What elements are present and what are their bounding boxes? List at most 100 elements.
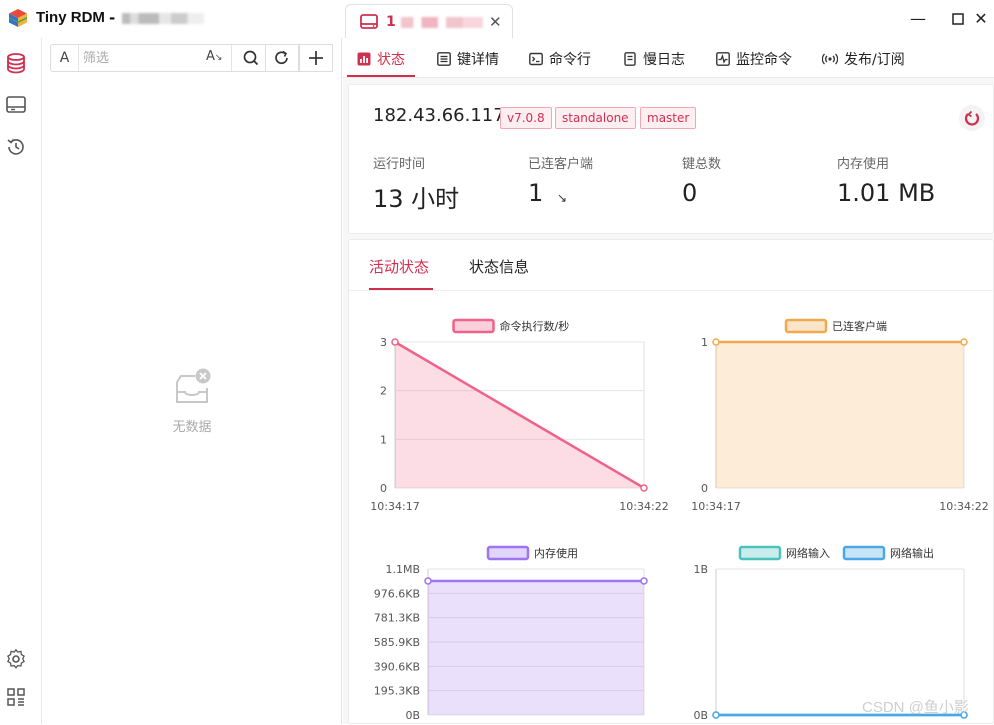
legend-swatch	[842, 545, 886, 561]
clients-label: 已连客户端	[528, 157, 594, 172]
match-case-label: A	[206, 49, 215, 64]
refresh-icon	[964, 110, 980, 126]
y-tick-label: 1	[701, 336, 708, 349]
filter-search-button[interactable]	[231, 45, 269, 71]
empty-inbox-icon	[176, 368, 211, 403]
y-tick-label: 781.3KB	[374, 612, 420, 625]
y-tick-label: 0	[380, 482, 387, 495]
y-tick-label: 2	[380, 385, 387, 398]
server-host: 182.43.66.117	[373, 105, 505, 126]
match-case-icon[interactable]: A↘	[206, 49, 222, 64]
filter-box: A A↘	[50, 44, 270, 72]
subtab-cli[interactable]: 命令行	[529, 49, 591, 77]
memory-value: 1.01 MB	[837, 179, 936, 207]
subtab-slow-log[interactable]: 慢日志	[623, 49, 685, 77]
empty-text: 无数据	[172, 420, 212, 435]
tab-connection[interactable]: 1 ✕	[345, 4, 513, 40]
legend-label: 网络输入	[786, 546, 830, 560]
legend-swatch	[738, 545, 782, 561]
y-tick-label: 1B	[693, 563, 708, 576]
minimize-icon[interactable]: —	[906, 8, 930, 30]
x-tick-label: 10:34:17	[370, 500, 419, 513]
filter-type-button[interactable]: A	[51, 45, 79, 71]
subtab-label: 发布/订阅	[844, 52, 905, 68]
version-badge: v7.0.8	[500, 107, 552, 129]
subtab-monitor[interactable]: 监控命令	[716, 49, 792, 77]
clients-trend-icon: ↘	[557, 191, 568, 205]
clients-value: 1	[528, 179, 544, 207]
tab-label: 1	[386, 14, 396, 30]
subtab-label: 命令行	[549, 52, 591, 68]
refresh-button[interactable]	[265, 44, 299, 72]
data-point	[712, 711, 720, 719]
status-icon	[357, 52, 371, 66]
apps-icon[interactable]	[5, 686, 27, 708]
add-key-button[interactable]	[299, 44, 333, 72]
chart-0: 0 1 2 3 10:34:17 10:34:22 命令执行数/秒	[370, 318, 669, 513]
maximize-icon[interactable]	[946, 8, 970, 30]
slow-log-icon	[624, 52, 636, 66]
legend-label: 网络输出	[890, 546, 934, 560]
monitor-icon	[716, 52, 730, 66]
role-badge: master	[640, 107, 697, 129]
memory-label: 内存使用	[837, 157, 890, 172]
close-window-icon[interactable]: ✕	[969, 8, 993, 30]
data-point	[391, 338, 399, 346]
subtab-status[interactable]: 状态	[357, 49, 405, 77]
broadcast-icon	[822, 53, 838, 65]
key-detail-icon	[437, 52, 451, 66]
refresh-status-button[interactable]	[959, 105, 985, 131]
y-tick-label: 390.6KB	[374, 660, 420, 673]
y-tick-label: 0	[701, 482, 708, 495]
server-info-card: 182.43.66.117 v7.0.8 standalone master 运…	[348, 84, 994, 234]
subtab-bar: 状态 键详情 命令行 慢日志 监控命令 发布/订阅	[343, 38, 994, 78]
server-icon	[360, 14, 378, 29]
y-tick-label: 1	[380, 433, 387, 446]
y-tick-label: 0B	[693, 709, 708, 722]
x-tick-label: 10:34:22	[939, 500, 988, 513]
y-tick-label: 1.1MB	[385, 563, 420, 576]
subtab-key-detail[interactable]: 键详情	[437, 49, 499, 77]
y-tick-label: 0B	[405, 709, 420, 722]
y-tick-label: 195.3KB	[374, 685, 420, 698]
subtab-label: 监控命令	[736, 52, 792, 68]
data-point	[960, 338, 968, 346]
uptime-value: 13 小时	[373, 185, 460, 213]
data-point	[640, 484, 648, 492]
subtab-label: 键详情	[457, 52, 499, 68]
sidebar: A A↘ 无数据	[42, 38, 342, 724]
legend-swatch	[452, 318, 495, 334]
subtab-label: 慢日志	[643, 52, 685, 68]
data-point	[424, 577, 432, 585]
y-tick-label: 3	[380, 336, 387, 349]
legend-swatch	[486, 545, 530, 561]
x-tick-label: 10:34:22	[619, 500, 668, 513]
legend-label: 内存使用	[534, 546, 578, 560]
settings-icon[interactable]	[5, 648, 27, 670]
terminal-icon[interactable]	[5, 94, 27, 116]
refresh-icon	[275, 50, 288, 65]
chart-2: 0B 195.3KB 390.6KB 585.9KB 781.3KB 976.6KB 1.1…	[374, 545, 648, 722]
subtab-pubsub[interactable]: 发布/订阅	[822, 49, 905, 77]
history-icon[interactable]	[5, 136, 27, 158]
data-point	[640, 577, 648, 585]
empty-state: 无数据	[42, 368, 342, 435]
charts-area: 0 1 2 3 10:34:17 10:34:22 命令执行数/秒 0 1 10:34:17 10:…	[370, 318, 989, 722]
y-tick-label: 585.9KB	[374, 636, 420, 649]
app-title: Tiny RDM	[36, 9, 105, 26]
terminal-icon	[529, 52, 543, 66]
left-rail	[0, 38, 42, 724]
legend-label: 已连客户端	[832, 319, 887, 333]
chart-1: 0 1 10:34:17 10:34:22 已连客户端	[691, 318, 989, 513]
subtab-label: 状态	[377, 52, 405, 68]
series-area	[428, 580, 644, 715]
series-area	[716, 342, 964, 488]
tab-close-icon[interactable]: ✕	[489, 13, 502, 31]
legend-label: 命令执行数/秒	[500, 319, 570, 333]
title-bar: Tiny RDM - 1 ✕ — ✕	[0, 0, 994, 40]
activity-card: 活动状态 状态信息 0 1 2 3 10:34:17 10:34:22 命令执行数/秒 0 1 1…	[348, 239, 994, 724]
data-point	[712, 338, 720, 346]
redacted-tab-name	[401, 17, 483, 28]
database-icon[interactable]	[5, 52, 27, 74]
app-logo-icon	[9, 9, 27, 27]
